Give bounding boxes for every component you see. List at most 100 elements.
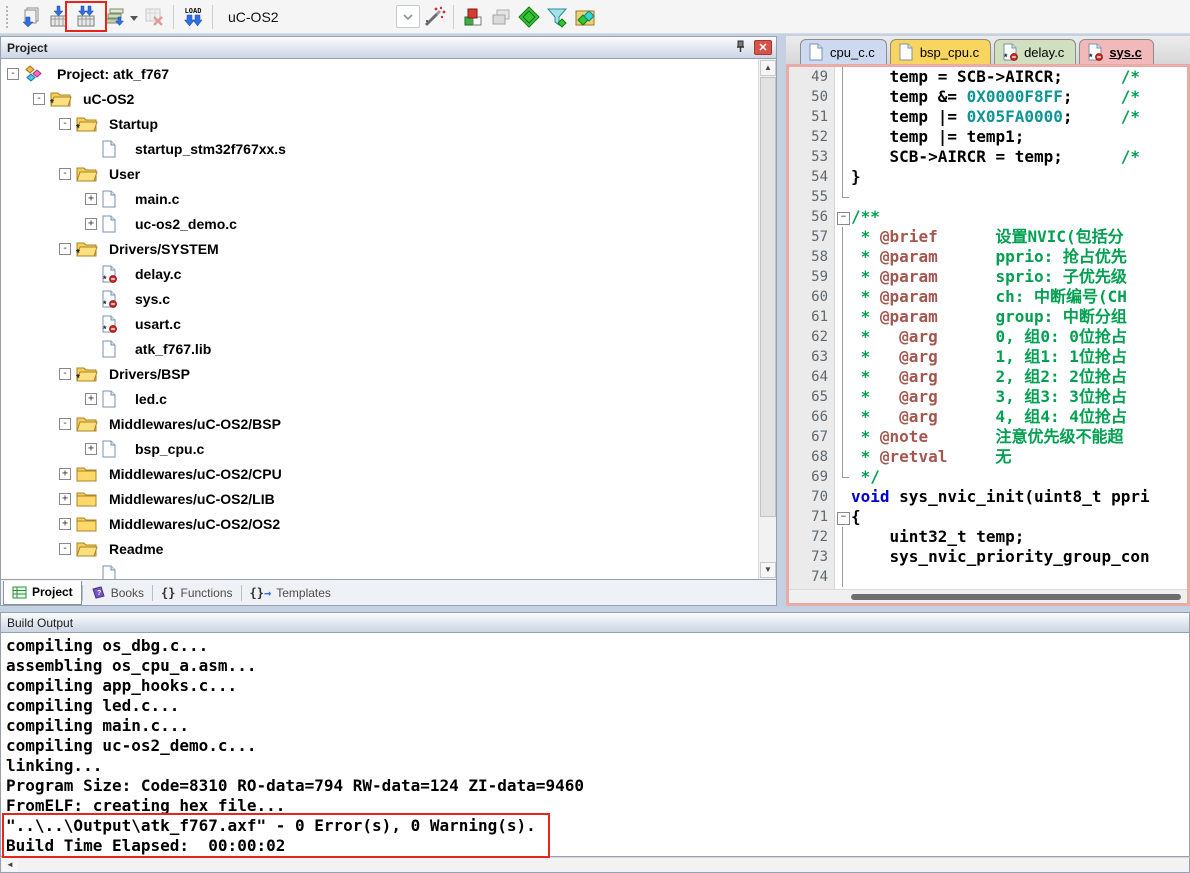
rebuild-button[interactable] xyxy=(72,3,100,31)
panel-tab-books[interactable]: ?Books xyxy=(83,581,152,605)
project-tree-scrollbar[interactable]: ▲ ▼ xyxy=(758,59,776,579)
code-line-50[interactable]: 50 temp &= 0X0000F8FF; /* xyxy=(789,87,1187,107)
code-line-60[interactable]: 60 * @param ch: 中断编号(CH xyxy=(789,287,1187,307)
tree-item-drivers-bsp[interactable]: -*Drivers/BSP xyxy=(1,361,757,386)
tree-item-middlewares-uc-os2-cpu[interactable]: +Middlewares/uC-OS2/CPU xyxy=(1,461,757,486)
scroll-left-icon[interactable]: ◄ xyxy=(2,859,18,871)
code-line-69[interactable]: 69 */ xyxy=(789,467,1187,487)
editor-tab-delay-c[interactable]: *delay.c xyxy=(994,39,1076,64)
pack-installer-button[interactable] xyxy=(571,3,599,31)
target-dropdown-icon[interactable] xyxy=(396,5,420,28)
expand-icon[interactable]: + xyxy=(85,193,97,205)
expand-icon[interactable]: + xyxy=(85,218,97,230)
tree-item-delay-c[interactable]: *delay.c xyxy=(1,261,757,286)
tree-item-uc-os2[interactable]: -*uC-OS2 xyxy=(1,86,757,111)
build-output-horizontal-scrollbar[interactable]: ◄ xyxy=(0,857,1190,873)
collapse-icon[interactable]: - xyxy=(7,68,19,80)
manage-project-items-button[interactable] xyxy=(459,3,487,31)
code-line-71[interactable]: 71{ xyxy=(789,507,1187,527)
tree-item-bsp-cpu-c[interactable]: +bsp_cpu.c xyxy=(1,436,757,461)
batch-build-dropdown[interactable] xyxy=(128,3,140,31)
collapse-icon[interactable]: - xyxy=(59,368,71,380)
build-output-log[interactable]: compiling os_dbg.c...assembling os_cpu_a… xyxy=(0,633,1190,857)
collapse-icon[interactable]: - xyxy=(59,543,71,555)
tree-item-startup-stm32f767xx-s[interactable]: startup_stm32f767xx.s xyxy=(1,136,757,161)
tree-item-project-atk-f767[interactable]: -Project: atk_f767 xyxy=(1,61,757,86)
editor-tab-sys-c[interactable]: *sys.c xyxy=(1079,39,1154,64)
tree-item-blank[interactable] xyxy=(1,561,757,579)
tree-item-middlewares-uc-os2-lib[interactable]: +Middlewares/uC-OS2/LIB xyxy=(1,486,757,511)
code-line-73[interactable]: 73 sys_nvic_priority_group_con xyxy=(789,547,1187,567)
translate-button[interactable] xyxy=(16,3,44,31)
tree-item-main-c[interactable]: +main.c xyxy=(1,186,757,211)
batch-build-button[interactable] xyxy=(100,3,128,31)
code-line-52[interactable]: 52 temp |= temp1; xyxy=(789,127,1187,147)
tree-item-readme[interactable]: -Readme xyxy=(1,536,757,561)
code-line-68[interactable]: 68 * @retval 无 xyxy=(789,447,1187,467)
options-for-target-button[interactable] xyxy=(420,3,448,31)
expand-icon[interactable]: + xyxy=(59,518,71,530)
code-line-56[interactable]: 56/** xyxy=(789,207,1187,227)
collapse-icon[interactable]: - xyxy=(59,168,71,180)
code-line-63[interactable]: 63 * @arg 1, 组1: 1位抢占 xyxy=(789,347,1187,367)
code-area[interactable]: 49 temp = SCB->AIRCR; /*50 temp &= 0X000… xyxy=(789,67,1187,589)
close-project-panel-button[interactable]: ✕ xyxy=(754,40,772,55)
code-line-66[interactable]: 66 * @arg 4, 组4: 4位抢占 xyxy=(789,407,1187,427)
code-line-74[interactable]: 74 xyxy=(789,567,1187,587)
pin-button[interactable] xyxy=(732,40,748,56)
expand-icon[interactable]: + xyxy=(85,393,97,405)
code-line-64[interactable]: 64 * @arg 2, 组2: 2位抢占 xyxy=(789,367,1187,387)
window-stack-button[interactable] xyxy=(487,3,515,31)
code-line-70[interactable]: 70void sys_nvic_init(uint8_t ppri xyxy=(789,487,1187,507)
run-time-environment-button[interactable] xyxy=(515,3,543,31)
tree-item-middlewares-uc-os2-bsp[interactable]: -Middlewares/uC-OS2/BSP xyxy=(1,411,757,436)
expand-icon[interactable]: + xyxy=(59,468,71,480)
tree-item-led-c[interactable]: +led.c xyxy=(1,386,757,411)
code-line-59[interactable]: 59 * @param sprio: 子优先级 xyxy=(789,267,1187,287)
expand-icon[interactable]: + xyxy=(59,493,71,505)
scroll-down-icon[interactable]: ▼ xyxy=(760,562,776,578)
stop-build-button[interactable] xyxy=(140,3,168,31)
code-line-49[interactable]: 49 temp = SCB->AIRCR; /* xyxy=(789,67,1187,87)
scrollbar-thumb[interactable] xyxy=(760,77,776,517)
tree-item-user[interactable]: -User xyxy=(1,161,757,186)
tree-item-atk-f767-lib[interactable]: atk_f767.lib xyxy=(1,336,757,361)
code-line-65[interactable]: 65 * @arg 3, 组3: 3位抢占 xyxy=(789,387,1187,407)
tree-item-drivers-system[interactable]: -*Drivers/SYSTEM xyxy=(1,236,757,261)
code-line-62[interactable]: 62 * @arg 0, 组0: 0位抢占 xyxy=(789,327,1187,347)
build-button[interactable] xyxy=(44,3,72,31)
expand-icon[interactable]: + xyxy=(85,443,97,455)
editor-horizontal-scrollbar[interactable] xyxy=(789,589,1187,603)
code-line-57[interactable]: 57 * @brief 设置NVIC(包括分 xyxy=(789,227,1187,247)
tree-item-middlewares-uc-os2-os2[interactable]: +Middlewares/uC-OS2/OS2 xyxy=(1,511,757,536)
code-line-61[interactable]: 61 * @param group: 中断分组 xyxy=(789,307,1187,327)
code-line-53[interactable]: 53 SCB->AIRCR = temp; /* xyxy=(789,147,1187,167)
target-selector[interactable]: uC-OS2 xyxy=(218,5,420,28)
collapse-icon[interactable]: - xyxy=(59,118,71,130)
editor-tab-cpu-c-c[interactable]: cpu_c.c xyxy=(800,39,887,64)
fold-collapse-icon[interactable] xyxy=(835,507,851,527)
panel-tab-templates[interactable]: {}→Templates xyxy=(242,581,339,605)
scroll-up-icon[interactable]: ▲ xyxy=(760,60,776,76)
tree-item-startup[interactable]: -*Startup xyxy=(1,111,757,136)
code-line-58[interactable]: 58 * @param pprio: 抢占优先 xyxy=(789,247,1187,267)
panel-tab-project[interactable]: Project xyxy=(3,581,82,605)
tree-item-sys-c[interactable]: *sys.c xyxy=(1,286,757,311)
collapse-icon[interactable]: - xyxy=(59,418,71,430)
collapse-icon[interactable]: - xyxy=(59,243,71,255)
code-line-55[interactable]: 55 xyxy=(789,187,1187,207)
tree-item-uc-os2-demo-c[interactable]: +uc-os2_demo.c xyxy=(1,211,757,236)
toolbar-grip[interactable] xyxy=(6,6,12,28)
download-button[interactable]: LOAD xyxy=(179,3,207,31)
code-line-67[interactable]: 67 * @note 注意优先级不能超 xyxy=(789,427,1187,447)
select-packs-button[interactable] xyxy=(543,3,571,31)
code-line-72[interactable]: 72 uint32_t temp; xyxy=(789,527,1187,547)
panel-tab-functions[interactable]: {}Functions xyxy=(153,581,240,605)
fold-collapse-icon[interactable] xyxy=(835,207,851,227)
tree-item-usart-c[interactable]: *usart.c xyxy=(1,311,757,336)
scrollbar-thumb[interactable] xyxy=(851,594,1181,600)
code-line-51[interactable]: 51 temp |= 0X05FA0000; /* xyxy=(789,107,1187,127)
collapse-icon[interactable]: - xyxy=(33,93,45,105)
editor-tab-bsp-cpu-c[interactable]: bsp_cpu.c xyxy=(890,39,991,64)
code-line-54[interactable]: 54} xyxy=(789,167,1187,187)
